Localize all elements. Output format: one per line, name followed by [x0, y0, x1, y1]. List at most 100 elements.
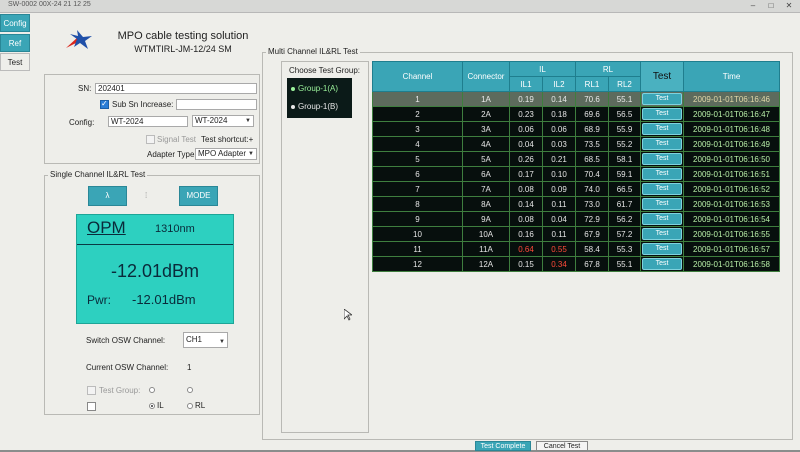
- separator-mark: ⁞: [145, 191, 148, 200]
- rl-radio[interactable]: [187, 403, 193, 409]
- pwr-value: -12.01dBm: [132, 292, 196, 307]
- cell-test: Test: [640, 91, 685, 107]
- cell-rl2: 55.2: [608, 136, 642, 152]
- cell-test: Test: [640, 181, 685, 197]
- cell-rl2: 66.5: [608, 181, 642, 197]
- test-group-radio-2[interactable]: [187, 387, 193, 393]
- table-row[interactable]: 5 5A 0.26 0.21 68.5 58.1 Test 2009-01-01…: [372, 151, 781, 167]
- group-item-1b[interactable]: Group-1(B): [291, 102, 338, 111]
- app-subtitle: WTMTIRL-JM-12/24 SM: [134, 44, 232, 54]
- cell-rl2: 55.1: [608, 256, 642, 272]
- cell-time: 2009-01-01T06:16:57: [683, 241, 781, 257]
- cell-rl1: 58.4: [575, 241, 610, 257]
- row-test-button[interactable]: Test: [642, 183, 683, 195]
- cell-time: 2009-01-01T06:16:46: [683, 91, 781, 107]
- il-rl-checkbox[interactable]: [87, 402, 96, 411]
- title-bar: SW-0002 00X-24 21 12 25 – □ ✕: [0, 0, 800, 13]
- row-test-button[interactable]: Test: [642, 153, 683, 165]
- test-shortcut-label: Test shortcut:+: [201, 135, 254, 144]
- cell-rl1: 70.4: [575, 166, 610, 182]
- table-row[interactable]: 11 11A 0.64 0.55 58.4 55.3 Test 2009-01-…: [372, 241, 781, 257]
- table-row[interactable]: 4 4A 0.04 0.03 73.5 55.2 Test 2009-01-01…: [372, 136, 781, 152]
- table-row[interactable]: 9 9A 0.08 0.04 72.9 56.2 Test 2009-01-01…: [372, 211, 781, 227]
- table-row[interactable]: 6 6A 0.17 0.10 70.4 59.1 Test 2009-01-01…: [372, 166, 781, 182]
- cell-test: Test: [640, 136, 685, 152]
- close-icon[interactable]: ✕: [784, 1, 794, 10]
- minimize-icon[interactable]: –: [748, 1, 758, 10]
- lambda-button[interactable]: λ: [88, 186, 127, 206]
- cell-rl2: 57.2: [608, 226, 642, 242]
- cell-time: 2009-01-01T06:16:53: [683, 196, 781, 212]
- row-test-button[interactable]: Test: [642, 228, 683, 240]
- maximize-icon[interactable]: □: [766, 1, 776, 10]
- tab-test[interactable]: Test: [0, 53, 30, 71]
- chevron-down-icon: ▼: [219, 339, 225, 345]
- signal-test-checkbox[interactable]: [146, 135, 155, 144]
- header-rl: RL: [575, 61, 642, 77]
- table-row[interactable]: 12 12A 0.15 0.34 67.8 55.1 Test 2009-01-…: [372, 256, 781, 272]
- table-row[interactable]: 3 3A 0.06 0.06 68.9 55.9 Test 2009-01-01…: [372, 121, 781, 137]
- opm-display: OPM 1310nm -12.01dBm Pwr: -12.01dBm: [76, 214, 234, 324]
- tab-ref[interactable]: Ref: [0, 34, 30, 52]
- row-test-button[interactable]: Test: [642, 243, 683, 255]
- table-row[interactable]: 7 7A 0.08 0.09 74.0 66.5 Test 2009-01-01…: [372, 181, 781, 197]
- cell-rl2: 58.1: [608, 151, 642, 167]
- cell-il1: 0.16: [509, 226, 543, 242]
- cell-rl1: 67.8: [575, 256, 610, 272]
- cell-connector: 5A: [462, 151, 510, 167]
- cell-channel: 8: [372, 196, 463, 212]
- row-test-button[interactable]: Test: [642, 93, 683, 105]
- group-item-1a[interactable]: Group-1(A): [291, 84, 338, 93]
- header-il: IL: [508, 61, 577, 77]
- row-test-button[interactable]: Test: [642, 123, 683, 135]
- row-test-button[interactable]: Test: [642, 138, 683, 150]
- config-input[interactable]: WT-2024: [108, 116, 188, 127]
- sn-input[interactable]: 202401: [95, 83, 257, 94]
- cell-il2: 0.55: [541, 241, 577, 257]
- config-label: Config:: [69, 118, 95, 127]
- cell-connector: 6A: [462, 166, 510, 182]
- current-osw-label: Current OSW Channel:: [86, 363, 169, 372]
- mouse-cursor-icon: [344, 309, 352, 321]
- row-test-button[interactable]: Test: [642, 258, 683, 270]
- cell-il2: 0.11: [541, 196, 577, 212]
- cell-rl1: 68.9: [575, 121, 610, 137]
- cell-time: 2009-01-01T06:16:58: [683, 256, 781, 272]
- table-row[interactable]: 10 10A 0.16 0.11 67.9 57.2 Test 2009-01-…: [372, 226, 781, 242]
- row-test-button[interactable]: Test: [642, 168, 683, 180]
- test-group-checkbox[interactable]: [87, 386, 96, 395]
- multi-channel-title: Multi Channel IL&RL Test: [266, 47, 360, 56]
- pwr-label: Pwr:: [87, 293, 111, 307]
- cell-test: Test: [640, 106, 685, 122]
- cell-il1: 0.06: [509, 121, 543, 137]
- row-test-button[interactable]: Test: [642, 108, 683, 120]
- cell-il2: 0.04: [541, 211, 577, 227]
- config-select[interactable]: WT-2024 ▼: [192, 115, 254, 127]
- table-row[interactable]: 1 1A 0.19 0.14 70.6 55.1 Test 2009-01-01…: [372, 91, 781, 107]
- row-test-button[interactable]: Test: [642, 213, 683, 225]
- mode-button[interactable]: MODE: [179, 186, 218, 206]
- sub-sn-increase-input[interactable]: [176, 99, 257, 110]
- sub-sn-increase-checkbox[interactable]: [100, 99, 109, 109]
- cell-test: Test: [640, 151, 685, 167]
- tab-config[interactable]: Config: [0, 14, 30, 32]
- choose-group-label: Choose Test Group:: [289, 66, 361, 75]
- switch-osw-label: Switch OSW Channel:: [86, 336, 166, 345]
- header-connector: Connector: [462, 61, 510, 92]
- test-group-label: Test Group:: [99, 386, 141, 395]
- cell-test: Test: [640, 196, 685, 212]
- cell-channel: 9: [372, 211, 463, 227]
- test-group-radio-1[interactable]: [149, 387, 155, 393]
- adapter-type-select[interactable]: MPO Adapter ▼: [195, 148, 257, 160]
- cell-connector: 11A: [462, 241, 510, 257]
- cell-il1: 0.19: [509, 91, 543, 107]
- il-radio[interactable]: [149, 403, 155, 409]
- switch-osw-select[interactable]: CH1 ▼: [183, 332, 228, 348]
- app-title: MPO cable testing solution: [117, 30, 249, 42]
- cell-channel: 10: [372, 226, 463, 242]
- cell-il2: 0.14: [541, 91, 577, 107]
- cell-channel: 2: [372, 106, 463, 122]
- table-row[interactable]: 8 8A 0.14 0.11 73.0 61.7 Test 2009-01-01…: [372, 196, 781, 212]
- row-test-button[interactable]: Test: [642, 198, 683, 210]
- table-row[interactable]: 2 2A 0.23 0.18 69.6 56.5 Test 2009-01-01…: [372, 106, 781, 122]
